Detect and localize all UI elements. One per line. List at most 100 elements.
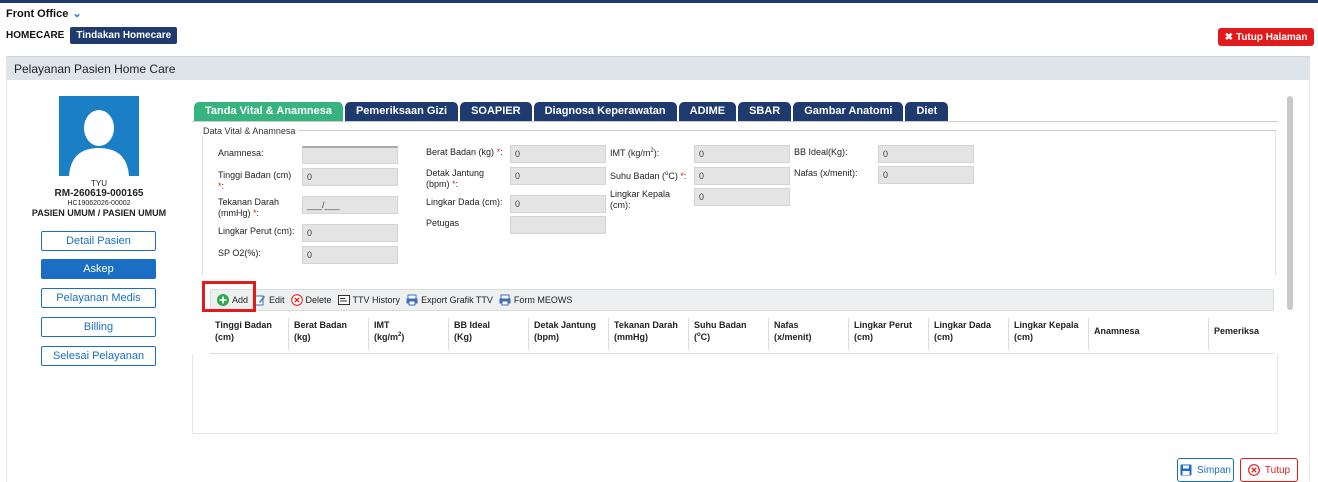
column-header-text: Berat Badan — [294, 320, 348, 330]
column-header-text: Suhu Badan — [694, 320, 747, 330]
column-header[interactable]: Lingkar Perut (cm) — [854, 320, 912, 343]
sidebar-item-pelayanan-medis[interactable]: Pelayanan Medis — [41, 288, 156, 308]
column-header[interactable]: Tinggi Badan (cm) — [215, 320, 272, 343]
close-button[interactable]: Tutup — [1240, 458, 1298, 482]
required-colon: : — [500, 147, 503, 157]
detak-label-unit: (bpm) — [426, 178, 450, 189]
bb-ideal-input[interactable]: 0 — [878, 145, 974, 163]
save-button[interactable]: Simpan — [1177, 458, 1234, 482]
berat-input[interactable]: 0 — [510, 145, 606, 163]
column-header-text: Detak Jantung — [534, 320, 597, 330]
vertical-scrollbar[interactable] — [1287, 96, 1293, 310]
panel-title: Pelayanan Pasien Home Care — [6, 56, 1310, 80]
lingkar-kepala-input[interactable]: 0 — [694, 188, 790, 206]
column-header-text: Lingkar Dada — [934, 320, 992, 330]
close-label: Tutup — [1264, 464, 1291, 476]
column-header[interactable]: BB Ideal (Kg) — [454, 320, 490, 343]
tinggi-input[interactable]: 0 — [302, 168, 398, 186]
breadcrumb-root[interactable]: HOMECARE — [6, 30, 64, 41]
column-header-unit: (mmHg) — [614, 331, 648, 342]
column-header[interactable]: IMT (kg/m2) — [374, 320, 404, 343]
close-icon — [1247, 464, 1260, 476]
lingkar-perut-label: Lingkar Perut (cm): — [218, 226, 295, 236]
column-divider — [1208, 318, 1209, 350]
lingkar-dada-input[interactable]: 0 — [510, 195, 606, 213]
column-header[interactable]: Suhu Badan (oC) — [694, 320, 747, 343]
table-body — [192, 354, 1278, 434]
anamnesa-input[interactable] — [302, 146, 398, 164]
highlight-box — [202, 281, 256, 312]
column-header[interactable]: Nafas (x/menit) — [774, 320, 812, 343]
suhu-label-prefix: Suhu Badan ( — [610, 171, 666, 181]
tab-gambar-anatomi[interactable]: Gambar Anatomi — [793, 102, 904, 121]
column-divider — [928, 318, 929, 350]
petugas-input[interactable] — [510, 216, 606, 234]
tekanan-label: Tekanan Darah (mmHg) *: — [218, 197, 279, 219]
tab-adime[interactable]: ADIME — [678, 102, 737, 121]
tekanan-label-text: Tekanan Darah — [218, 197, 280, 207]
lingkar-perut-input[interactable]: 0 — [302, 224, 398, 242]
column-header[interactable]: Lingkar Dada (cm) — [934, 320, 991, 343]
column-header-text: Tekanan Darah — [614, 320, 678, 330]
column-header[interactable]: Pemeriksa — [1214, 326, 1259, 338]
imt-input[interactable]: 0 — [694, 145, 790, 163]
nafas-input[interactable]: 0 — [878, 166, 974, 184]
tinggi-label-text: Tinggi Badan (cm) — [218, 170, 292, 180]
column-header-text: Anamnesa — [1094, 326, 1140, 336]
tab-diet[interactable]: Diet — [905, 102, 949, 121]
column-divider — [688, 318, 689, 350]
user-silhouette-icon — [69, 110, 129, 176]
column-header[interactable]: Lingkar Kepala (cm) — [1014, 320, 1079, 343]
petugas-label: Petugas — [426, 218, 460, 228]
column-header-unit: (kg/m — [374, 331, 399, 342]
tab-diagnosa-keperawatan[interactable]: Diagnosa Keperawatan — [533, 102, 677, 121]
close-page-label: Tutup Halaman — [1235, 31, 1308, 43]
column-divider — [1008, 318, 1009, 350]
fieldset-legend: Data Vital & Anamnesa — [200, 126, 299, 136]
tab-tanda-vital[interactable]: Tanda Vital & Anamnesa — [194, 102, 343, 121]
column-header-unit: (cm) — [215, 331, 235, 342]
column-divider — [1088, 318, 1089, 350]
column-header-unit: (kg) — [294, 331, 311, 342]
sidebar-item-detail-pasien[interactable]: Detail Pasien — [41, 231, 156, 251]
column-divider — [288, 318, 289, 350]
module-menu[interactable]: Front Office ⌄ — [6, 7, 82, 20]
ttv-history-label: TTV History — [352, 295, 401, 305]
suhu-input[interactable]: 0 — [694, 167, 790, 185]
column-divider — [528, 318, 529, 350]
spo2-label: SP O2(%): — [218, 248, 261, 258]
column-header-text: Pemeriksa — [1214, 326, 1260, 336]
column-header-text: Tinggi Badan — [215, 320, 272, 330]
save-icon — [1180, 464, 1192, 476]
column-header[interactable]: Tekanan Darah (mmHg) — [614, 320, 678, 343]
breadcrumb-active: Tindakan Homecare — [70, 27, 178, 44]
chevron-down-icon[interactable]: ⌄ — [72, 8, 81, 20]
berat-label-text: Berat Badan (kg) — [426, 147, 495, 157]
sidebar-item-selesai-pelayanan[interactable]: Selesai Pelayanan — [41, 346, 156, 366]
module-label[interactable]: Front Office — [6, 8, 68, 20]
column-header[interactable]: Anamnesa — [1094, 326, 1140, 338]
spo2-input[interactable]: 0 — [302, 246, 398, 264]
tab-soapier[interactable]: SOAPIER — [460, 102, 532, 121]
breadcrumb: HOMECARE Tindakan Homecare — [6, 27, 178, 44]
tab-sbar[interactable]: SBAR — [738, 102, 792, 121]
delete-button[interactable]: Delete — [290, 294, 332, 306]
export-grafik-button[interactable]: Export Grafik TTV — [406, 294, 493, 306]
export-label: Export Grafik TTV — [421, 295, 493, 305]
imt-label-prefix: IMT (kg/m — [610, 148, 651, 158]
edit-button[interactable]: Edit — [254, 294, 285, 306]
imt-label: IMT (kg/m2): — [610, 148, 659, 159]
form-meows-button[interactable]: Form MEOWS — [499, 294, 572, 306]
delete-icon — [290, 294, 303, 306]
sidebar-item-billing[interactable]: Billing — [41, 317, 156, 337]
tekanan-input[interactable]: ___/___ — [302, 196, 398, 214]
column-header[interactable]: Berat Badan (kg) — [294, 320, 347, 343]
detak-input[interactable]: 0 — [510, 167, 606, 185]
tab-pemeriksaan-gizi[interactable]: Pemeriksaan Gizi — [344, 102, 459, 121]
close-page-button[interactable]: ✖ Tutup Halaman — [1218, 28, 1314, 46]
column-header-unit-end: ) — [401, 331, 405, 342]
column-divider — [768, 318, 769, 350]
ttv-history-button[interactable]: TTV History — [337, 294, 401, 306]
sidebar-item-askep[interactable]: Askep — [41, 259, 156, 279]
column-header[interactable]: Detak Jantung (bpm) — [534, 320, 596, 343]
